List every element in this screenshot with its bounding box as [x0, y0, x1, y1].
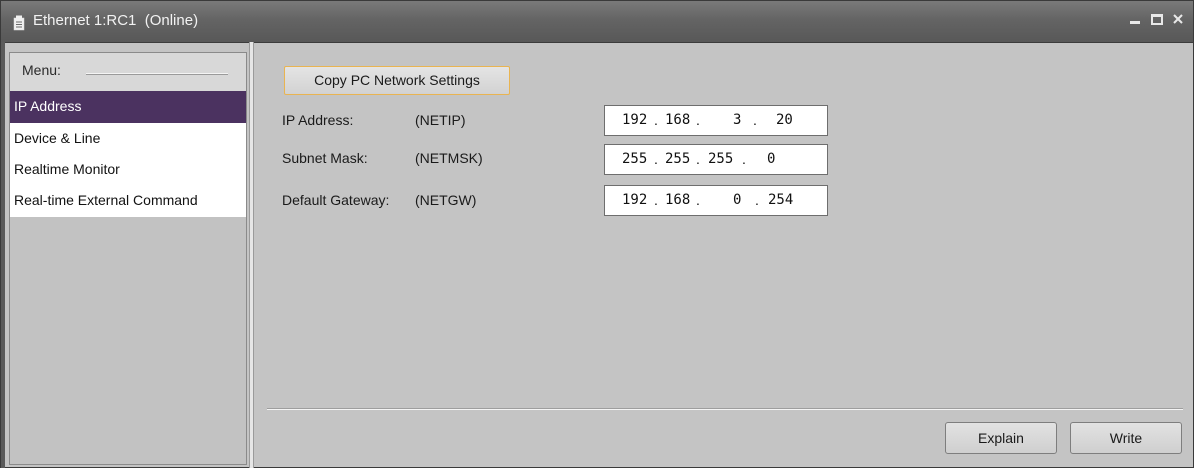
- window-title: Ethernet 1:RC1 (Online): [33, 12, 199, 29]
- menu-header-label: Menu:: [22, 62, 61, 78]
- mask-octet-4[interactable]: 0: [767, 151, 775, 167]
- menu-item-ip-address[interactable]: IP Address: [10, 91, 246, 123]
- copy-pc-network-settings-button[interactable]: Copy PC Network Settings: [284, 66, 510, 95]
- minimize-icon[interactable]: [1126, 10, 1144, 28]
- ip-dot: .: [696, 192, 700, 208]
- default-gateway-code: (NETGW): [415, 192, 477, 208]
- explain-button[interactable]: Explain: [945, 422, 1057, 454]
- ip-octet-3[interactable]: 3: [733, 112, 741, 128]
- window-left-border: [1, 42, 5, 468]
- mask-octet-3[interactable]: 255: [708, 151, 733, 167]
- gw-octet-1[interactable]: 192: [622, 192, 647, 208]
- maximize-icon[interactable]: [1148, 10, 1166, 28]
- panel-splitter[interactable]: [249, 42, 254, 468]
- ip-octet-4[interactable]: 20: [776, 112, 793, 128]
- bottom-separator: [267, 408, 1183, 410]
- title-bar[interactable]: Ethernet 1:RC1 (Online): [1, 1, 1193, 43]
- mask-octet-1[interactable]: 255: [622, 151, 647, 167]
- default-gateway-label: Default Gateway:: [282, 192, 390, 208]
- ip-dot: .: [742, 151, 746, 167]
- menu-header-divider: [86, 73, 228, 75]
- gw-octet-2[interactable]: 168: [665, 192, 690, 208]
- menu-header: Menu:: [10, 53, 246, 91]
- ip-dot: .: [654, 192, 658, 208]
- ip-dot: .: [654, 112, 658, 128]
- document-icon: [13, 15, 25, 31]
- ip-dot: .: [654, 151, 658, 167]
- gw-octet-4[interactable]: 254: [768, 192, 793, 208]
- subnet-mask-field[interactable]: 255 . 255 . 255 . 0: [604, 144, 828, 175]
- close-icon[interactable]: [1169, 10, 1187, 28]
- ip-octet-2[interactable]: 168: [665, 112, 690, 128]
- ip-octet-1[interactable]: 192: [622, 112, 647, 128]
- menu-item-device-line[interactable]: Device & Line: [10, 123, 246, 155]
- ip-dot: .: [755, 192, 759, 208]
- menu-item-realtime-external-command[interactable]: Real-time External Command: [10, 185, 246, 217]
- menu-item-realtime-monitor[interactable]: Realtime Monitor: [10, 154, 246, 186]
- subnet-mask-label: Subnet Mask:: [282, 150, 368, 166]
- ip-address-code: (NETIP): [415, 112, 466, 128]
- ip-dot: .: [753, 112, 757, 128]
- ip-dot: .: [696, 151, 700, 167]
- gw-octet-3[interactable]: 0: [733, 192, 741, 208]
- menu-panel: Menu: IP Address Device & Line Realtime …: [9, 52, 247, 465]
- write-button[interactable]: Write: [1070, 422, 1182, 454]
- default-gateway-field[interactable]: 192 . 168 . 0 . 254: [604, 185, 828, 216]
- mask-octet-2[interactable]: 255: [665, 151, 690, 167]
- ethernet-settings-window: Ethernet 1:RC1 (Online) Menu: IP Address…: [0, 0, 1194, 468]
- ip-dot: .: [696, 112, 700, 128]
- ip-address-field[interactable]: 192 . 168 . 3 . 20: [604, 105, 828, 136]
- ip-address-label: IP Address:: [282, 112, 354, 128]
- menu-list: IP Address Device & Line Realtime Monito…: [10, 91, 246, 217]
- subnet-mask-code: (NETMSK): [415, 150, 483, 166]
